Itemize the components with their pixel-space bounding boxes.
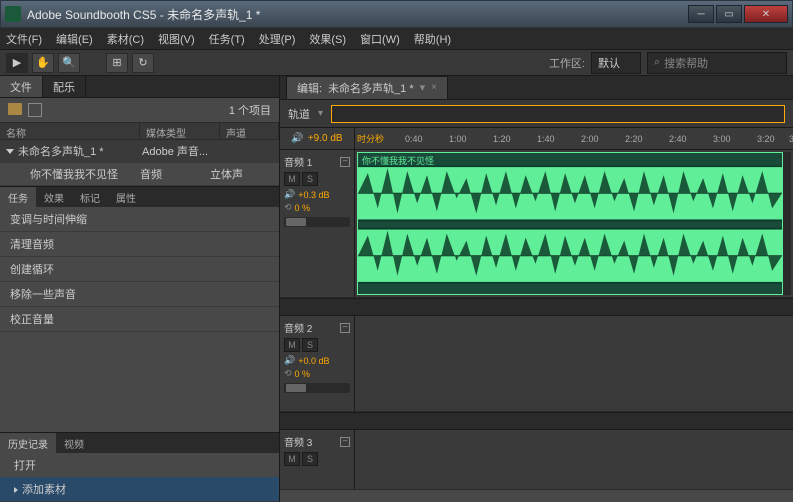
master-gain[interactable]: 🔊 +9.0 dB	[280, 128, 355, 149]
project-count: 1 个项目	[229, 102, 271, 118]
window-title: Adobe Soundbooth CS5 - 未命名多声轨_1 *	[27, 6, 260, 23]
col-channel[interactable]: 声道	[220, 123, 279, 139]
chevron-down-icon[interactable]: ▾	[318, 108, 323, 119]
task-remove-sound[interactable]: 移除一些声音	[0, 282, 279, 307]
task-loop[interactable]: 创建循环	[0, 257, 279, 282]
hand-tool[interactable]: ✋	[32, 53, 54, 73]
mute-button[interactable]: M	[284, 172, 300, 186]
file-row-audio[interactable]: 你不懂我我不见怪 音频 立体声	[0, 163, 279, 186]
solo-button[interactable]: S	[302, 338, 318, 352]
task-correct-volume[interactable]: 校正音量	[0, 307, 279, 332]
menu-edit[interactable]: 编辑(E)	[56, 31, 93, 47]
chevron-down-icon[interactable]: ▾	[420, 81, 426, 94]
workspace-dropdown[interactable]: 默认	[591, 52, 641, 74]
col-name[interactable]: 名称	[0, 123, 140, 139]
mute-button[interactable]: M	[284, 452, 300, 466]
new-file-icon[interactable]	[28, 103, 42, 117]
zoom-tool[interactable]: 🔍	[58, 53, 80, 73]
menu-tasks[interactable]: 任务(T)	[209, 31, 245, 47]
menu-window[interactable]: 窗口(W)	[360, 31, 400, 47]
history-add-material[interactable]: 添加素材	[0, 477, 279, 501]
tab-history[interactable]: 历史记录	[0, 433, 56, 453]
toolbar: ▶ ✋ 🔍 ⊞ ↻ 工作区: 默认 ⌕ 搜索帮助	[0, 50, 793, 76]
menu-file[interactable]: 文件(F)	[6, 31, 42, 47]
collapse-track-icon[interactable]: −	[340, 323, 350, 333]
time-ruler[interactable]: 时分秒 0:40 1:00 1:20 1:40 2:00 2:20 2:40 3…	[355, 128, 793, 149]
triangle-right-icon	[14, 487, 18, 493]
snap-toggle[interactable]: ⊞	[106, 53, 128, 73]
menu-view[interactable]: 视图(V)	[158, 31, 195, 47]
track-2-name[interactable]: 音频 2	[284, 320, 312, 335]
maximize-button[interactable]: ▭	[716, 5, 742, 23]
mute-button[interactable]: M	[284, 338, 300, 352]
expand-icon[interactable]	[6, 149, 14, 154]
history-open[interactable]: 打开	[0, 453, 279, 477]
file-row-multitrack[interactable]: 未命名多声轨_1 * Adobe 声音...	[0, 140, 279, 163]
track-3-header: 音频 3 − M S	[280, 430, 355, 489]
pan-icon: ⟲	[284, 202, 292, 213]
loop-toggle[interactable]: ↻	[132, 53, 154, 73]
tab-effects[interactable]: 效果	[36, 187, 72, 207]
track-2-header: 音频 2 − M S 🔊+0.0 dB ⟲0 %	[280, 316, 355, 411]
close-button[interactable]: ✕	[744, 5, 788, 23]
menu-help[interactable]: 帮助(H)	[414, 31, 451, 47]
col-media[interactable]: 媒体类型	[140, 123, 220, 139]
time-header: 时分秒	[357, 132, 384, 145]
track-3: 音频 3 − M S	[280, 430, 793, 490]
pan-icon: ⟲	[284, 368, 292, 379]
selection-tool[interactable]: ▶	[6, 53, 28, 73]
menu-clip[interactable]: 素材(C)	[107, 31, 144, 47]
collapse-track-icon[interactable]: −	[340, 157, 350, 167]
tab-tasks[interactable]: 任务	[0, 187, 36, 207]
track-1: 音频 1 − M S 🔊+0.3 dB ⟲0 % 你不懂我我不见怪	[280, 150, 793, 298]
audio-clip[interactable]: 你不懂我我不见怪	[357, 152, 783, 295]
tab-scores[interactable]: 配乐	[43, 76, 86, 97]
track-2: 音频 2 − M S 🔊+0.0 dB ⟲0 %	[280, 316, 793, 412]
track-1-header: 音频 1 − M S 🔊+0.3 dB ⟲0 %	[280, 150, 355, 297]
tab-markers[interactable]: 标记	[72, 187, 108, 207]
track-2-content[interactable]	[355, 316, 793, 411]
track-3-content[interactable]	[355, 430, 793, 489]
search-icon: ⌕	[654, 56, 660, 69]
track-1-content[interactable]: 你不懂我我不见怪	[355, 150, 793, 297]
editor-tab[interactable]: 编辑: 未命名多声轨_1 * ▾ ×	[286, 76, 448, 100]
solo-button[interactable]: S	[302, 452, 318, 466]
volume-icon: 🔊	[284, 189, 295, 200]
window-titlebar: Adobe Soundbooth CS5 - 未命名多声轨_1 * ─ ▭ ✕	[0, 0, 793, 28]
task-pitch-time[interactable]: 变调与时间伸缩	[0, 207, 279, 232]
tab-video[interactable]: 视频	[56, 433, 92, 453]
track-1-name[interactable]: 音频 1	[284, 154, 312, 169]
minimize-button[interactable]: ─	[688, 5, 714, 23]
track-1-slider[interactable]	[284, 217, 350, 227]
editor-panel: 编辑: 未命名多声轨_1 * ▾ × 轨道 ▾ 🔊 +9.0 dB 时分秒 0:…	[280, 76, 793, 502]
search-placeholder: 搜索帮助	[664, 55, 708, 71]
clip-title: 你不懂我我不见怪	[362, 154, 434, 167]
workspace-label: 工作区:	[549, 55, 585, 71]
waveform-svg	[358, 153, 782, 294]
speaker-icon: 🔊	[291, 133, 303, 144]
tab-files[interactable]: 文件	[0, 76, 43, 97]
timeline-overview[interactable]	[331, 105, 785, 123]
app-icon	[5, 6, 21, 22]
menu-effects[interactable]: 效果(S)	[309, 31, 346, 47]
volume-icon: 🔊	[284, 355, 295, 366]
help-search[interactable]: ⌕ 搜索帮助	[647, 52, 787, 74]
menu-process[interactable]: 处理(P)	[259, 31, 296, 47]
folder-icon[interactable]	[8, 103, 22, 115]
collapse-track-icon[interactable]: −	[340, 437, 350, 447]
track-label: 轨道	[288, 106, 310, 122]
task-cleanup[interactable]: 清理音频	[0, 232, 279, 257]
menubar: 文件(F) 编辑(E) 素材(C) 视图(V) 任务(T) 处理(P) 效果(S…	[0, 28, 793, 50]
tab-properties[interactable]: 属性	[108, 187, 144, 207]
track-2-slider[interactable]	[284, 383, 350, 393]
left-panel: 文件 配乐 1 个项目 名称 媒体类型 声道 未命名多声轨_1 * Adobe …	[0, 76, 280, 502]
close-tab-icon[interactable]: ×	[431, 82, 437, 93]
solo-button[interactable]: S	[302, 172, 318, 186]
track-3-name[interactable]: 音频 3	[284, 434, 312, 449]
